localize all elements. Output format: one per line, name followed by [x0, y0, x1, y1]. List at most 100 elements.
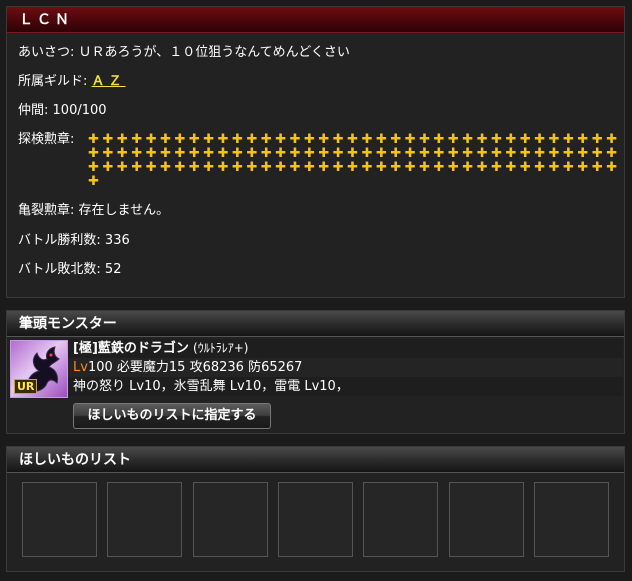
greeting-label: あいさつ: [18, 45, 75, 60]
guild-row: 所属ギルド: ＡＺ [7, 74, 126, 90]
medal-icon: ✚ [203, 146, 216, 161]
exploration-medals-grid: ✚ ✚ ✚ ✚ ✚ ✚ ✚ ✚ ✚ ✚ ✚ ✚ ✚ ✚ ✚ ✚ ✚ ✚ ✚ ✚ ✚ ✚ ✚ ✚ ✚ ✚ ✚ ✚ ✚ ✚ ✚ ✚ ✚ ✚ ✚ ✚ ✚✚ ✚ ✚… [87, 133, 622, 189]
medal-icon: ✚ [174, 146, 187, 161]
medal-icon: ✚ [375, 146, 389, 161]
medal-icon: ✚ [174, 160, 187, 175]
lv-value: 100 [87, 360, 113, 375]
crack-medals-value: 存在しません。 [78, 203, 170, 218]
monster-thumbnail[interactable]: UR [10, 340, 68, 398]
medal-icon: ✚ [606, 160, 619, 175]
wishlist-slot[interactable] [534, 482, 609, 557]
wins-label: バトル勝利数: [18, 233, 101, 248]
medal-icon: ✚ [591, 160, 604, 175]
ur-badge: UR [14, 379, 38, 394]
guild-link[interactable]: ＡＺ [92, 74, 126, 89]
medal-icon: ✚ [606, 146, 619, 161]
medal-icon: ✚ [188, 160, 201, 175]
medal-icon: ✚ [548, 160, 561, 175]
medal-icon: ✚ [563, 146, 576, 161]
friends-label: 仲間: [18, 103, 49, 118]
medal-icon: ✚ [433, 160, 446, 175]
medal-icon: ✚ [491, 160, 504, 175]
medal-icon: ✚ [102, 160, 115, 175]
medal-icon: ✚ [246, 146, 259, 161]
lv-label: Lv [73, 360, 88, 375]
medal-icon: ✚ [390, 146, 403, 161]
medal-icon: ✚ [160, 160, 173, 175]
medal-icon: ✚ [404, 132, 417, 147]
medal-icon: ✚ [217, 160, 230, 175]
monster-rarity: (ｳﾙﾄﾗﾚｱ+) [193, 341, 249, 355]
medal-icon: ✚ [289, 146, 302, 161]
monster-skills-line: 神の怒り Lv10，氷雪乱舞 Lv10，雷電 Lv10， [68, 377, 623, 396]
medal-icon: ✚ [332, 146, 345, 161]
medal-icon: ✚ [534, 132, 547, 147]
medal-icon: ✚ [160, 132, 173, 147]
medal-icon: ✚ [145, 160, 158, 175]
greeting-text: ＵＲあろうが、１０位狙うなんてめんどくさい [78, 45, 350, 60]
wins-row: バトル勝利数: 336 [7, 233, 130, 249]
medal-icon: ✚ [232, 160, 245, 175]
medal-icon: ✚ [577, 160, 590, 175]
medal-icon: ✚ [548, 146, 561, 161]
medal-icon: ✚ [404, 160, 417, 175]
wishlist-slot[interactable] [22, 482, 97, 557]
medal-icon: ✚ [361, 132, 374, 147]
medal-icon: ✚ [88, 132, 101, 147]
medal-icon: ✚ [519, 160, 532, 175]
medal-icon: ✚ [462, 146, 475, 161]
medal-icon: ✚ [217, 132, 230, 147]
medal-icon: ✚ [88, 146, 101, 161]
medal-icon: ✚ [505, 146, 518, 161]
medal-icon: ✚ [462, 160, 475, 175]
medal-icon: ✚ [102, 146, 115, 161]
wishlist-slot[interactable] [363, 482, 438, 557]
monster-name[interactable]: [極]藍鉄のドラゴン [73, 341, 189, 356]
wishlist-slot[interactable] [278, 482, 353, 557]
crack-medals-row: 亀裂勲章: 存在しません。 [7, 203, 169, 219]
medal-icon: ✚ [203, 160, 216, 175]
medal-icon: ✚ [260, 132, 273, 147]
medal-icon: ✚ [232, 132, 245, 147]
medal-icon: ✚ [390, 160, 403, 175]
medal-icon: ✚ [361, 146, 374, 161]
wishlist-slot[interactable] [107, 482, 182, 557]
medal-icon: ✚ [491, 132, 504, 147]
medal-icon: ✚ [246, 132, 259, 147]
medal-icon: ✚ [116, 160, 130, 175]
medal-icon: ✚ [275, 132, 288, 147]
medal-icon: ✚ [548, 132, 561, 147]
exploration-medals-row: 探検勲章: [7, 132, 74, 148]
exploration-medals-label: 探検勲章: [18, 132, 75, 147]
medal-icon: ✚ [476, 146, 489, 161]
medal-icon: ✚ [347, 132, 360, 147]
medal-icon: ✚ [577, 146, 590, 161]
medal-icon: ✚ [188, 146, 201, 161]
medal-icon: ✚ [447, 160, 460, 175]
medal-icon: ✚ [318, 132, 331, 147]
medal-icon: ✚ [505, 160, 518, 175]
medal-icon: ✚ [491, 146, 504, 161]
medal-icon: ✚ [332, 160, 345, 175]
medal-icon: ✚ [563, 160, 576, 175]
wishlist-slot[interactable] [193, 482, 268, 557]
medal-icon: ✚ [476, 160, 489, 175]
monster-stats-line: Lv100 必要魔力15 攻68236 防65267 [68, 358, 623, 377]
medal-icon: ✚ [577, 132, 590, 147]
medal-icon: ✚ [447, 146, 460, 161]
medal-icon: ✚ [419, 132, 432, 147]
wishlist-slot[interactable] [449, 482, 524, 557]
add-to-wishlist-button[interactable]: ほしいものリストに指定する [73, 403, 271, 429]
medal-icon: ✚ [304, 132, 317, 147]
medal-icon: ✚ [318, 146, 331, 161]
medal-icon: ✚ [160, 146, 173, 161]
medal-icon: ✚ [174, 132, 187, 147]
profile-panel: ＬＣＮ あいさつ: ＵＲあろうが、１０位狙うなんてめんどくさい 所属ギルド: Ａ… [6, 6, 625, 298]
medal-icon: ✚ [275, 146, 288, 161]
monster-skills: 神の怒り Lv10，氷雪乱舞 Lv10，雷電 Lv10， [73, 379, 349, 394]
medal-icon: ✚ [260, 160, 273, 175]
medal-icon: ✚ [505, 132, 518, 147]
friends-row: 仲間: 100/100 [7, 103, 107, 119]
medal-icon: ✚ [88, 160, 101, 175]
losses-row: バトル敗北数: 52 [7, 262, 121, 278]
